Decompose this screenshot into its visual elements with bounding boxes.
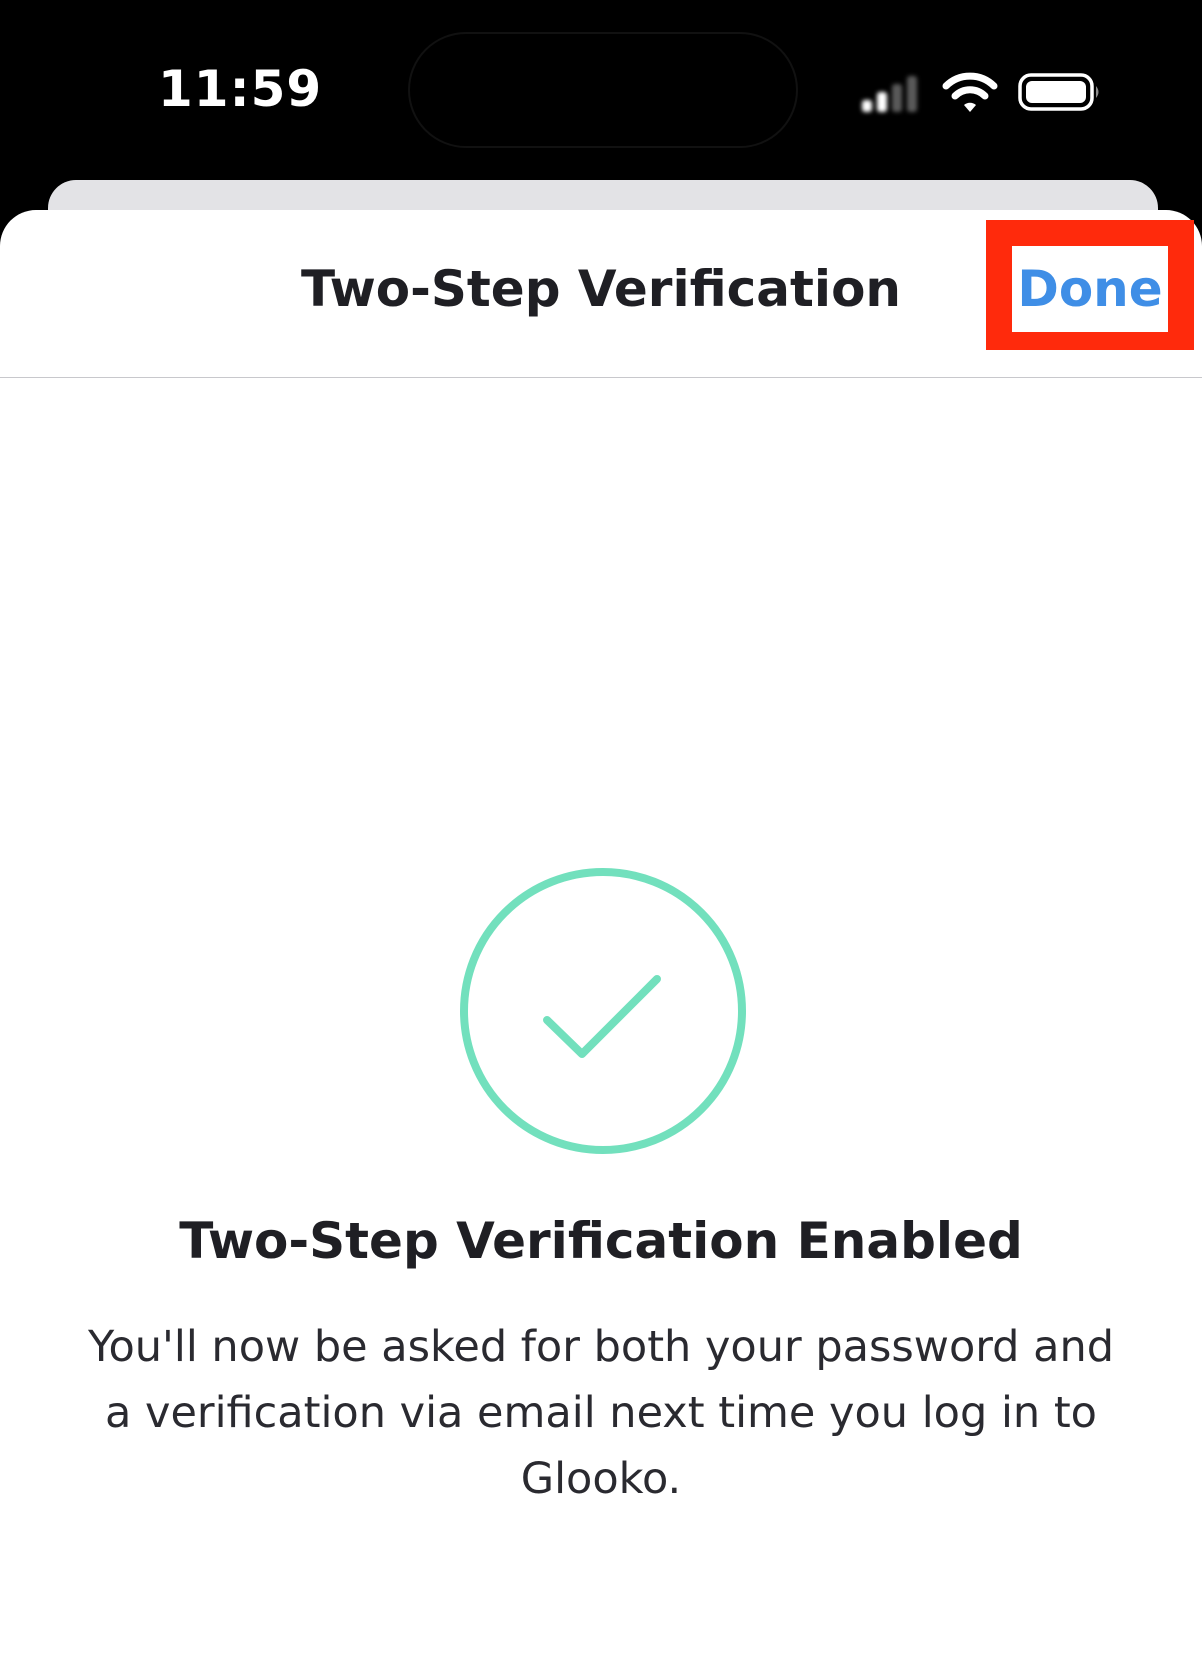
dynamic-island: [408, 32, 798, 148]
sheet-header: Two-Step Verification Done: [0, 210, 1202, 378]
status-bar: 11:59: [0, 0, 1202, 180]
success-title: Two-Step Verification Enabled: [179, 1212, 1023, 1270]
success-description: You'll now be asked for both your passwo…: [87, 1322, 1115, 1504]
phone-screen: 11:59 Two-Step Verification Done Two-Ste…: [0, 0, 1202, 1666]
battery-icon: [1018, 73, 1099, 111]
signal-icon: [862, 76, 917, 112]
status-time: 11:59: [158, 60, 323, 118]
checkmark-circle-icon: [460, 868, 746, 1154]
modal-sheet: Two-Step Verification Done Two-Step Veri…: [0, 210, 1202, 1666]
done-button[interactable]: Done: [1012, 246, 1168, 332]
wifi-icon: [942, 72, 998, 112]
